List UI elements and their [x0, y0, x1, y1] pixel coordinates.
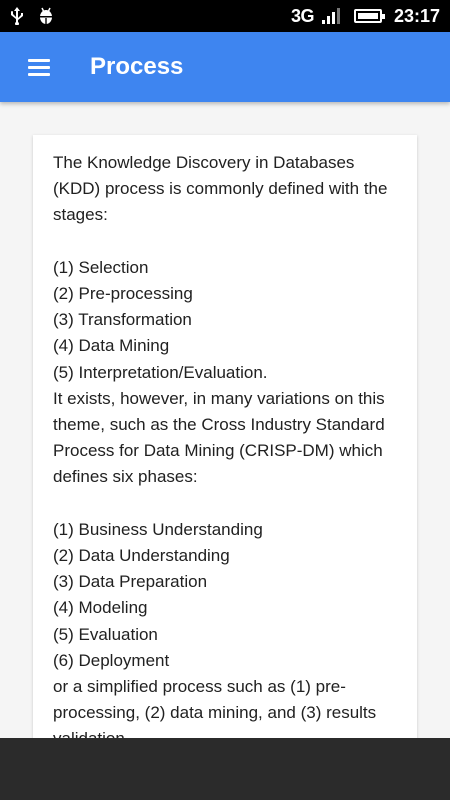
status-bar: 3G 23:17 [0, 0, 450, 32]
system-navigation-bar [0, 738, 450, 800]
app-bar: Process [0, 32, 450, 102]
android-debug-icon [40, 7, 52, 24]
battery-icon [353, 9, 385, 23]
signal-icon [321, 8, 340, 24]
clock: 23:17 [393, 5, 440, 26]
status-right-icons: 3G 23:17 [291, 6, 440, 27]
hamburger-menu-icon[interactable] [12, 39, 72, 95]
network-type: 3G [290, 5, 315, 26]
process-description: The Knowledge Discovery in Databases (KD… [53, 153, 388, 738]
content-scroll-area[interactable]: The Knowledge Discovery in Databases (KD… [0, 102, 450, 738]
status-left-icons [10, 7, 54, 25]
process-card: The Knowledge Discovery in Databases (KD… [33, 135, 417, 738]
usb-icon [11, 7, 23, 25]
page-title: Process [90, 53, 184, 80]
